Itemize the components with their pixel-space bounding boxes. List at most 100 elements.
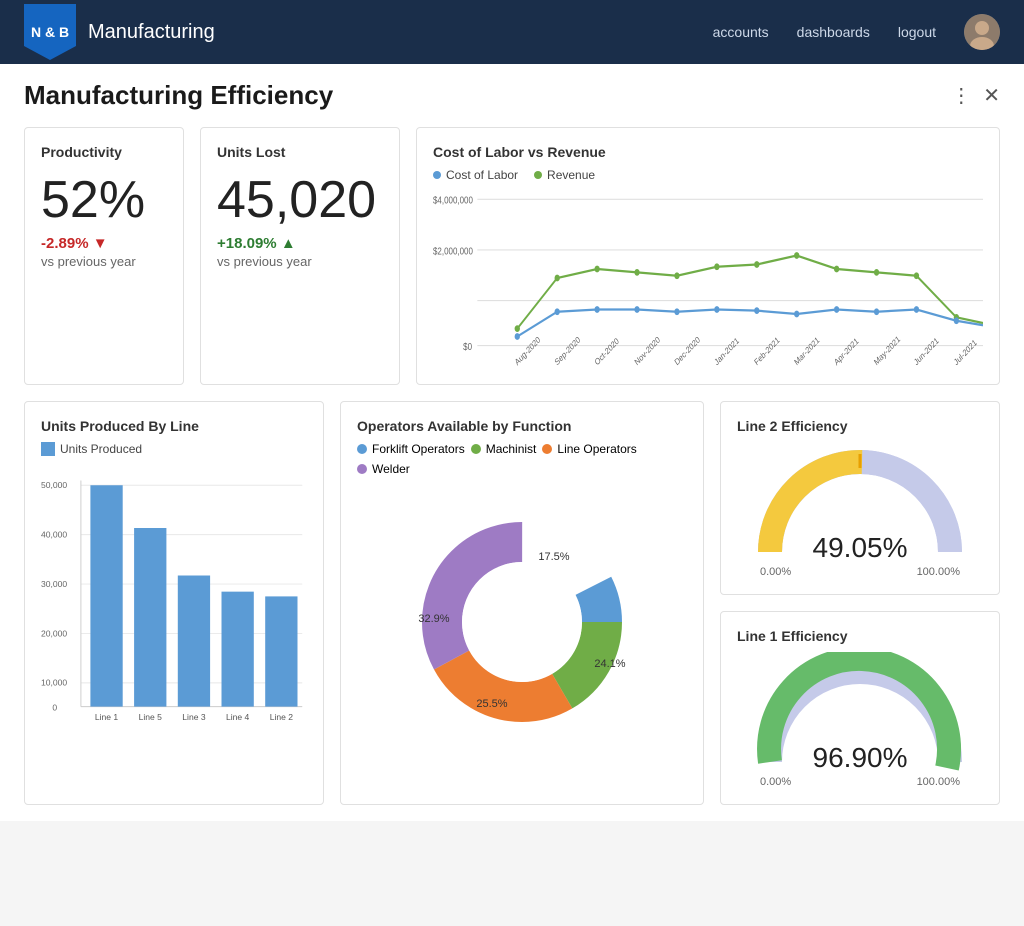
svg-text:$0: $0: [463, 341, 472, 352]
units-produced-card: Units Produced By Line Units Produced 50…: [24, 401, 324, 805]
close-button[interactable]: ✕: [983, 83, 1000, 108]
donut-chart-svg: 17.5% 24.1% 25.5% 32.9%: [392, 492, 652, 752]
bottom-row: Units Produced By Line Units Produced 50…: [24, 401, 1000, 805]
forklift-dot: [357, 444, 367, 454]
line2-efficiency-title: Line 2 Efficiency: [737, 418, 983, 434]
page-actions: ⋮ ✕: [951, 83, 1000, 108]
legend-item-labor: Cost of Labor: [433, 168, 518, 182]
svg-text:Jun-2021: Jun-2021: [913, 335, 941, 367]
app-name: Manufacturing: [88, 21, 713, 44]
bar-chart-svg: 50,000 40,000 30,000 20,000 10,000 0: [41, 464, 307, 744]
welder-label: Welder: [372, 462, 410, 476]
line2-gauge-labels: 0.00% 100.00%: [750, 566, 970, 578]
operators-legend: Forklift Operators Machinist Line Operat…: [357, 442, 687, 476]
units-lost-value: 45,020: [217, 172, 383, 229]
svg-text:Jul-2021: Jul-2021: [952, 337, 978, 367]
header-nav: accounts dashboards logout: [713, 14, 1000, 50]
legend-revenue-label: Revenue: [547, 168, 595, 182]
legend-forklift: Forklift Operators: [357, 442, 465, 456]
logo-badge: N & B: [24, 4, 76, 60]
svg-text:Line 2: Line 2: [270, 712, 294, 722]
legend-line-operators: Line Operators: [542, 442, 636, 456]
bar-line4: [222, 592, 254, 707]
labor-revenue-title: Cost of Labor vs Revenue: [433, 144, 983, 160]
line1-gauge: 96.90% 0.00% 100.00%: [737, 652, 983, 788]
line1-gauge-value: 96.90%: [813, 742, 908, 774]
operators-card: Operators Available by Function Forklift…: [340, 401, 704, 805]
svg-text:$2,000,000: $2,000,000: [433, 245, 473, 256]
svg-text:Line 1: Line 1: [95, 712, 119, 722]
operators-title: Operators Available by Function: [357, 418, 687, 434]
productivity-title: Productivity: [41, 144, 167, 160]
line1-max-label: 100.00%: [917, 776, 960, 788]
line1-min-label: 0.00%: [760, 776, 791, 788]
labor-color-dot: [433, 171, 441, 179]
line-operators-dot: [542, 444, 552, 454]
page-content: Manufacturing Efficiency ⋮ ✕ Productivit…: [0, 64, 1024, 821]
nav-logout[interactable]: logout: [898, 24, 936, 40]
svg-text:Oct-2020: Oct-2020: [593, 336, 621, 368]
donut-center: [462, 562, 582, 682]
legend-machinist: Machinist: [471, 442, 537, 456]
bar-legend-color: [41, 442, 55, 456]
svg-text:Line 3: Line 3: [182, 712, 206, 722]
labor-revenue-legend: Cost of Labor Revenue: [433, 168, 983, 182]
svg-text:30,000: 30,000: [41, 579, 67, 589]
nav-accounts[interactable]: accounts: [713, 24, 769, 40]
donut-chart-container: 17.5% 24.1% 25.5% 32.9%: [357, 484, 687, 760]
units-lost-change: +18.09% ▲: [217, 235, 383, 252]
bar-legend-item: Units Produced: [41, 442, 142, 456]
svg-text:Dec-2020: Dec-2020: [673, 334, 702, 367]
page-title: Manufacturing Efficiency: [24, 80, 333, 111]
line2-gauge: 49.05% 0.00% 100.00%: [737, 442, 983, 578]
nav-dashboards[interactable]: dashboards: [797, 24, 870, 40]
up-arrow-icon: ▲: [281, 235, 296, 252]
svg-text:Mar-2021: Mar-2021: [793, 335, 822, 368]
productivity-change: -2.89% ▼: [41, 235, 167, 252]
svg-text:May-2021: May-2021: [873, 334, 903, 368]
line2-gauge-value: 49.05%: [813, 532, 908, 564]
units-lost-card: Units Lost 45,020 +18.09% ▲ vs previous …: [200, 127, 400, 385]
svg-text:Sep-2020: Sep-2020: [553, 334, 582, 367]
productivity-card: Productivity 52% -2.89% ▼ vs previous ye…: [24, 127, 184, 385]
logo-text: N & B: [31, 24, 69, 40]
line-chart-svg: $4,000,000 $2,000,000 $0: [433, 188, 983, 368]
units-produced-title: Units Produced By Line: [41, 418, 307, 434]
svg-text:40,000: 40,000: [41, 530, 67, 540]
line1-efficiency-title: Line 1 Efficiency: [737, 628, 983, 644]
avatar[interactable]: [964, 14, 1000, 50]
legend-labor-label: Cost of Labor: [446, 168, 518, 182]
svg-text:0: 0: [52, 702, 57, 712]
productivity-value: 52%: [41, 172, 167, 229]
machinist-label: Machinist: [486, 442, 537, 456]
line-operators-pct-label: 25.5%: [476, 698, 507, 710]
line2-max-label: 100.00%: [917, 566, 960, 578]
page-header: Manufacturing Efficiency ⋮ ✕: [24, 80, 1000, 111]
bar-chart-legend: Units Produced: [41, 442, 307, 456]
svg-text:Line 5: Line 5: [139, 712, 163, 722]
svg-text:Apr-2021: Apr-2021: [833, 336, 861, 368]
bar-line3: [178, 576, 210, 707]
line2-efficiency-card: Line 2 Efficiency 49.05% 0.00% 10: [720, 401, 1000, 595]
down-arrow-icon: ▼: [93, 235, 108, 252]
svg-text:50,000: 50,000: [41, 480, 67, 490]
line1-gauge-labels: 0.00% 100.00%: [750, 776, 970, 788]
bar-line1: [90, 485, 122, 706]
svg-text:$4,000,000: $4,000,000: [433, 195, 473, 206]
svg-text:Feb-2021: Feb-2021: [753, 335, 782, 368]
machinist-dot: [471, 444, 481, 454]
bar-line2: [265, 596, 297, 706]
svg-text:10,000: 10,000: [41, 678, 67, 688]
efficiency-column: Line 2 Efficiency 49.05% 0.00% 10: [720, 401, 1000, 805]
machinist-pct-label: 24.1%: [594, 658, 625, 670]
app-header: N & B Manufacturing accounts dashboards …: [0, 0, 1024, 64]
svg-text:Nov-2020: Nov-2020: [633, 334, 662, 367]
svg-text:Jan-2021: Jan-2021: [713, 335, 741, 367]
top-row: Productivity 52% -2.89% ▼ vs previous ye…: [24, 127, 1000, 385]
welder-pct-label: 32.9%: [418, 613, 449, 625]
svg-text:Line 4: Line 4: [226, 712, 250, 722]
legend-welder: Welder: [357, 462, 410, 476]
more-button[interactable]: ⋮: [951, 83, 971, 108]
units-lost-title: Units Lost: [217, 144, 383, 160]
bar-line5: [134, 528, 166, 707]
